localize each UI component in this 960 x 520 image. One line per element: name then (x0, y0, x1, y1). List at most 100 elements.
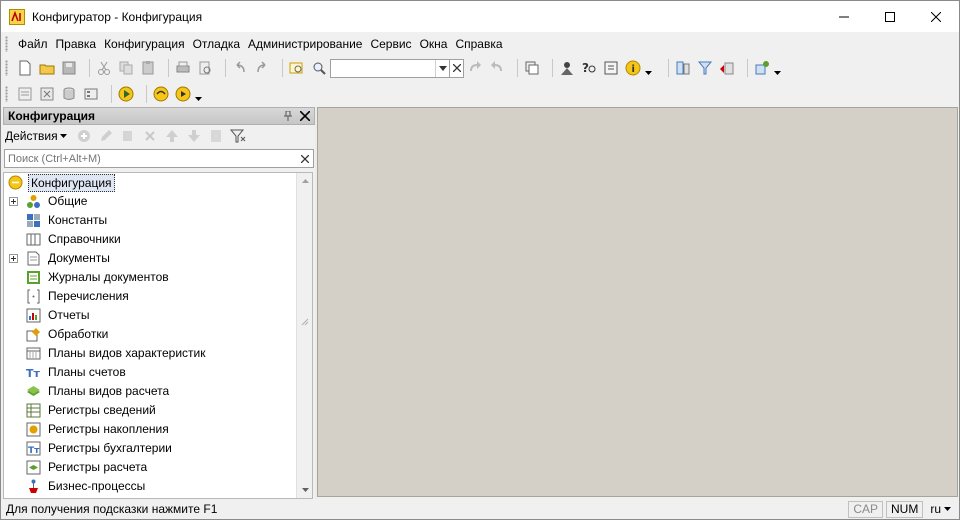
menu-file[interactable]: Файл (14, 37, 52, 51)
search-combobox-dropdown[interactable] (435, 59, 449, 77)
toolbar-separator (282, 59, 283, 77)
tree-item-document-journals[interactable]: Журналы документов (4, 268, 298, 287)
run-config-button[interactable] (172, 83, 194, 105)
menu-edit[interactable]: Правка (52, 37, 101, 51)
move-up-button[interactable] (161, 125, 183, 147)
expand-plus-icon[interactable] (9, 254, 18, 263)
scrollbar-thumb-icon[interactable] (301, 318, 309, 326)
expand-plus-icon[interactable] (9, 197, 18, 206)
open-config-button[interactable] (14, 83, 36, 105)
panel-actions-bar: Действия (3, 125, 315, 147)
syntax-assistant-button[interactable] (556, 57, 578, 79)
print-preview-icon (199, 61, 211, 75)
paste-button[interactable] (137, 57, 159, 79)
tree-item-enums[interactable]: Перечисления (4, 287, 298, 306)
maximize-button[interactable] (867, 1, 913, 32)
actions-menu[interactable]: Действия (5, 129, 58, 143)
new-window-button[interactable] (521, 57, 543, 79)
move-down-button[interactable] (183, 125, 205, 147)
copy-item-button[interactable] (117, 125, 139, 147)
pin-icon[interactable] (284, 111, 292, 121)
print-preview-button[interactable] (194, 57, 216, 79)
menu-configuration[interactable]: Конфигурация (100, 37, 189, 51)
add-button[interactable] (73, 125, 95, 147)
tree-item-constants[interactable]: Константы (4, 211, 298, 230)
chevron-down-icon[interactable] (59, 134, 67, 138)
tree-item-catalogs[interactable]: Справочники (4, 230, 298, 249)
tree-item-chart-of-calculation-types[interactable]: Планы видов расчета (4, 382, 298, 401)
support-dropdown[interactable] (773, 57, 781, 79)
toolbar-grip[interactable] (5, 86, 8, 102)
support-button[interactable] (751, 57, 773, 79)
copy-button[interactable] (115, 57, 137, 79)
redo-button[interactable] (251, 57, 273, 79)
menu-debug[interactable]: Отладка (189, 37, 244, 51)
open-button[interactable] (36, 57, 58, 79)
minimize-button[interactable] (821, 1, 867, 32)
database-button[interactable] (58, 83, 80, 105)
menu-service[interactable]: Сервис (366, 37, 415, 51)
tree-item-accounting-registers[interactable]: Тт Регистры бухгалтерии (4, 439, 298, 458)
help-contents-button[interactable] (600, 57, 622, 79)
edit-button[interactable] (95, 125, 117, 147)
tree-item-business-processes[interactable]: Бизнес-процессы (4, 477, 298, 496)
print-group (172, 57, 216, 79)
tree-item-chart-of-accounts[interactable]: Тт Планы счетов (4, 363, 298, 382)
tree-item-reports[interactable]: Отчеты (4, 306, 298, 325)
windows-icon (525, 61, 539, 75)
run-enterprise-button[interactable] (150, 83, 172, 105)
search-combobox[interactable] (330, 58, 450, 78)
update-config-button[interactable] (716, 57, 738, 79)
tree-item-accumulation-registers[interactable]: Регистры накопления (4, 420, 298, 439)
tree-scrollbar[interactable] (296, 173, 312, 498)
start-debugging-button[interactable] (115, 83, 137, 105)
document-journals-icon (27, 271, 40, 284)
search-button[interactable] (308, 57, 330, 79)
menu-grip[interactable] (5, 35, 8, 52)
delete-button[interactable] (139, 125, 161, 147)
sort-button[interactable] (205, 125, 227, 147)
language-selector[interactable]: ru (926, 502, 959, 516)
panel-search-input[interactable] (8, 151, 288, 166)
scroll-up-button[interactable] (297, 173, 312, 189)
panel-search-field[interactable] (4, 149, 314, 168)
undo-group (229, 57, 273, 79)
print-button[interactable] (172, 57, 194, 79)
properties-button[interactable] (80, 83, 102, 105)
compare-config-button[interactable] (672, 57, 694, 79)
filter-button[interactable] (227, 125, 249, 147)
close-panel-icon[interactable] (300, 111, 310, 121)
tree-item-data-processors[interactable]: Обработки (4, 325, 298, 344)
tree-item-calculation-registers[interactable]: Регистры расчета (4, 458, 298, 477)
scroll-down-button[interactable] (297, 482, 312, 498)
menu-administration[interactable]: Администрирование (244, 37, 366, 51)
find-next-button[interactable] (464, 57, 486, 79)
undo-button[interactable] (229, 57, 251, 79)
info-button[interactable]: i (622, 57, 644, 79)
find-in-window-button[interactable] (286, 57, 308, 79)
update-db-button[interactable] (36, 83, 58, 105)
menu-help[interactable]: Справка (451, 37, 506, 51)
find-previous-button[interactable] (486, 57, 508, 79)
tree-item-documents[interactable]: Документы (4, 249, 298, 268)
cut-button[interactable] (93, 57, 115, 79)
run-dropdown[interactable] (194, 83, 202, 105)
configuration-tree: Конфигурация Общие Константы Справочники (4, 173, 298, 498)
chevron-up-icon (301, 179, 309, 183)
search-clear-button[interactable] (450, 58, 464, 78)
help-search-button[interactable]: ? (578, 57, 600, 79)
tree-item-chart-of-characteristic-types[interactable]: Планы видов характеристик (4, 344, 298, 363)
info-dropdown[interactable] (644, 57, 652, 79)
tree-item-information-registers[interactable]: Регистры сведений (4, 401, 298, 420)
merge-config-button[interactable] (694, 57, 716, 79)
tree-item-common[interactable]: Общие (4, 192, 298, 211)
toolbar-grip[interactable] (5, 60, 8, 76)
new-button[interactable] (14, 57, 36, 79)
tree-root[interactable]: Конфигурация (4, 173, 298, 192)
panel-search-clear-button[interactable] (297, 150, 313, 167)
close-icon (931, 11, 941, 22)
tree-item-label: Регистры расчета (48, 460, 148, 474)
save-button[interactable] (58, 57, 80, 79)
close-button[interactable] (913, 1, 959, 32)
menu-windows[interactable]: Окна (416, 37, 452, 51)
